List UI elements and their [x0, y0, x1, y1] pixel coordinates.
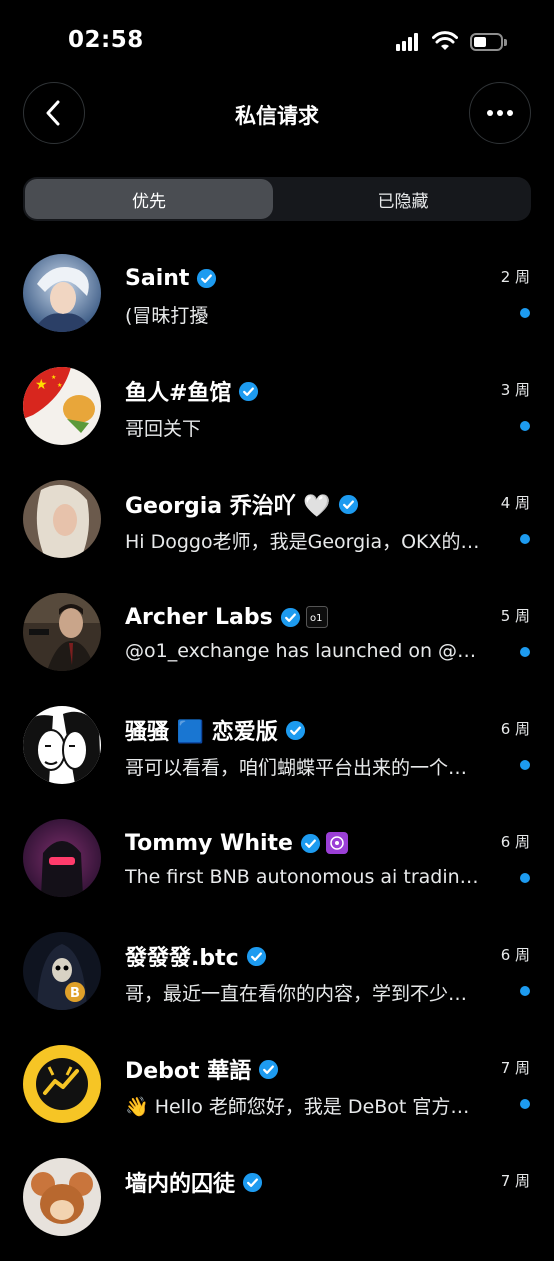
verified-badge-icon — [259, 1059, 279, 1079]
status-icons — [396, 30, 508, 54]
sender-name: Debot 華語 — [125, 1059, 252, 1084]
unread-dot — [520, 760, 530, 770]
conversation-row[interactable]: Tommy White 6 周 The first BNB autonomous… — [0, 809, 554, 922]
verified-badge-icon — [246, 946, 266, 966]
conversation-list: Saint 2 周 (冒昧打擾 ★ ★ ★ 鱼人#鱼馆 3 周 哥回关下 Geo… — [0, 244, 554, 1261]
message-preview: 👋 Hello 老師您好，我是 DeBot 官方華語團隊 — [125, 1096, 485, 1118]
message-time: 4 周 — [500, 494, 530, 512]
message-time: 2 周 — [500, 268, 530, 286]
svg-text:★: ★ — [35, 377, 48, 393]
conversation-row[interactable]: ★ ★ ★ 鱼人#鱼馆 3 周 哥回关下 — [0, 357, 554, 470]
sender-name: 骚骚 🟦 恋爱版 — [125, 720, 278, 745]
conversation-row[interactable]: Saint 2 周 (冒昧打擾 — [0, 244, 554, 357]
unread-dot — [520, 986, 530, 996]
avatar: B — [23, 932, 101, 1010]
conversation-row[interactable]: 骚骚 🟦 恋爱版 6 周 哥可以看看，咱们蝴蝶平台出来的一个新项目 — [0, 696, 554, 809]
verified-badge-icon — [300, 833, 321, 853]
unread-dot — [520, 1099, 530, 1109]
verified-badge-icon — [280, 607, 300, 627]
verified-badge-icon — [242, 1172, 263, 1192]
conversation-row[interactable]: Debot 華語 7 周 👋 Hello 老師您好，我是 DeBot 官方華語團… — [0, 1035, 554, 1148]
svg-text:o1: o1 — [310, 613, 322, 624]
conversation-row[interactable]: B 發發發.btc 6 周 哥，最近一直在看你的内容，学到不少东西 — [0, 922, 554, 1035]
avatar — [23, 254, 101, 332]
conversation-row[interactable]: 墙内的囚徒 7 周 — [0, 1148, 554, 1261]
svg-text:★: ★ — [57, 382, 62, 389]
tab-priority[interactable]: 优先 — [25, 179, 273, 219]
more-horizontal-icon — [487, 110, 513, 116]
verified-badge-icon — [197, 268, 217, 288]
sender-name: Archer Labs — [125, 604, 273, 630]
message-preview: Hi Doggo老师，我是Georgia，OKX的合作伙伴，想问一下最近有时间吗 — [125, 531, 485, 553]
unread-dot — [520, 873, 530, 883]
sender-name: 發發發.btc — [125, 946, 239, 971]
affiliate-badge-icon — [325, 832, 348, 854]
svg-text:★: ★ — [51, 374, 56, 381]
avatar — [23, 593, 101, 671]
conversation-row[interactable]: Georgia 乔治吖 🤍 4 周 Hi Doggo老师，我是Georgia，O… — [0, 470, 554, 583]
message-time: 6 周 — [500, 720, 530, 738]
message-time: 3 周 — [500, 381, 530, 399]
message-time: 7 周 — [500, 1172, 530, 1190]
battery-icon — [470, 33, 503, 51]
conversation-row[interactable]: Archer Labs o1 5 周 @o1_exchange has laun… — [0, 583, 554, 696]
avatar — [23, 1045, 101, 1123]
wifi-icon — [432, 31, 458, 50]
message-preview: 哥，最近一直在看你的内容，学到不少东西 — [125, 983, 485, 1005]
verified-badge-icon — [239, 381, 259, 401]
avatar — [23, 1158, 101, 1236]
sender-name: Saint — [125, 265, 190, 291]
unread-dot — [520, 647, 530, 657]
header: 私信请求 — [0, 82, 554, 146]
svg-text:B: B — [70, 986, 80, 1001]
message-preview: @o1_exchange has launched on @Base — [125, 640, 485, 662]
unread-dot — [520, 308, 530, 318]
unread-dot — [520, 421, 530, 431]
message-preview: (冒昧打擾 — [125, 305, 209, 327]
more-options-button[interactable] — [469, 82, 531, 144]
message-preview: 哥回关下 — [125, 418, 202, 440]
status-bar: 02:58 — [0, 0, 554, 80]
verified-badge-icon — [338, 494, 358, 514]
sender-name: 鱼人#鱼馆 — [125, 381, 232, 406]
verified-badge-icon — [285, 720, 305, 740]
message-preview: The first BNB autonomous ai trading agen… — [125, 866, 485, 888]
avatar — [23, 706, 101, 784]
unread-dot — [520, 534, 530, 544]
avatar — [23, 480, 101, 558]
avatar: ★ ★ ★ — [23, 367, 101, 445]
message-preview: 哥可以看看，咱们蝴蝶平台出来的一个新项目 — [125, 757, 485, 779]
message-time: 6 周 — [500, 833, 530, 851]
status-time: 02:58 — [68, 27, 144, 53]
sender-name: Tommy White — [125, 830, 293, 856]
message-time: 6 周 — [500, 946, 530, 964]
sender-name: 墙内的囚徒 — [125, 1172, 236, 1197]
tab-hidden[interactable]: 已隐藏 — [279, 179, 527, 219]
sender-name: Georgia 乔治吖 🤍 — [125, 494, 331, 519]
segmented-tabs: 优先 已隐藏 — [23, 177, 531, 221]
avatar — [23, 819, 101, 897]
message-time: 7 周 — [500, 1059, 530, 1077]
message-time: 5 周 — [500, 607, 530, 625]
affiliate-o1-icon: o1 — [305, 606, 328, 628]
